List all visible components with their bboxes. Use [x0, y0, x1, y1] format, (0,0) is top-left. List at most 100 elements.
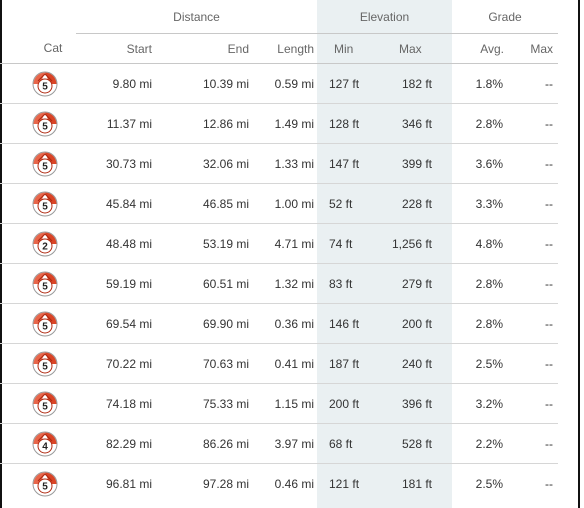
min-elevation-cell: 68 ft [317, 423, 368, 464]
max-elevation-cell: 346 ft [368, 103, 452, 144]
min-elevation-cell: 147 ft [317, 143, 368, 184]
max-grade-cell: -- [519, 183, 559, 224]
column-header-row: Cat Start End Length Min Max Avg. Max [0, 33, 559, 64]
max-grade-cell: -- [519, 303, 559, 344]
start-cell: 30.73 mi [76, 143, 162, 184]
distance-group-header: Distance [76, 0, 317, 34]
max-elevation-cell: 396 ft [368, 383, 452, 424]
start-cell: 69.54 mi [76, 303, 162, 344]
end-cell: 10.39 mi [162, 63, 257, 104]
table-row[interactable]: 5 74.18 mi 75.33 mi 1.15 mi 200 ft 396 f… [0, 383, 559, 424]
avg-grade-cell: 3.6% [452, 143, 519, 184]
max-elevation-cell: 200 ft [368, 303, 452, 344]
cat-cell: 5 [0, 343, 76, 384]
table-row[interactable]: 5 70.22 mi 70.63 mi 0.41 mi 187 ft 240 f… [0, 343, 559, 384]
min-elevation-cell: 74 ft [317, 223, 368, 264]
cat-number: 5 [42, 481, 48, 492]
length-cell: 0.46 mi [274, 476, 314, 491]
col-header-end[interactable]: End [162, 33, 257, 64]
cat-number: 5 [42, 321, 48, 332]
table-row[interactable]: 4 82.29 mi 86.26 mi 3.97 mi 68 ft 528 ft… [0, 423, 559, 464]
cat-cell: 5 [0, 464, 76, 504]
avg-grade-cell: 2.8% [452, 303, 519, 344]
table-row[interactable]: 5 30.73 mi 32.06 mi 1.33 mi 147 ft 399 f… [0, 143, 559, 184]
end-cell: 32.06 mi [162, 143, 257, 184]
col-header-max[interactable]: Max [368, 33, 452, 64]
min-elevation-cell: 121 ft [329, 476, 360, 491]
length-cell: 1.49 mi [257, 103, 317, 144]
climb-category-icon: 5 [32, 111, 58, 136]
start-cell: 11.37 mi [76, 103, 162, 144]
max-grade-cell: -- [519, 343, 559, 384]
cat-number: 5 [42, 201, 48, 212]
max-elevation-cell: 1,256 ft [368, 223, 452, 264]
start-cell: 82.29 mi [76, 423, 162, 464]
avg-grade-cell: 2.8% [452, 263, 519, 304]
table-row[interactable]: 5 11.37 mi 12.86 mi 1.49 mi 128 ft 346 f… [0, 103, 559, 144]
cat-number: 4 [42, 441, 48, 452]
table-row[interactable]: 5 59.19 mi 60.51 mi 1.32 mi 83 ft 279 ft… [0, 263, 559, 304]
start-cell: 59.19 mi [76, 263, 162, 304]
max-grade-cell: -- [519, 143, 559, 184]
climb-category-icon: 5 [32, 351, 58, 376]
climbs-table: Distance Elevation Grade Cat Start End L… [0, 0, 559, 504]
cat-number: 5 [42, 81, 48, 92]
climb-category-icon: 2 [32, 231, 58, 256]
col-header-length[interactable]: Length [257, 33, 317, 64]
col-header-start[interactable]: Start [76, 33, 162, 64]
climb-category-icon: 5 [32, 471, 58, 497]
max-elevation-cell: 181 ft [401, 476, 432, 491]
max-elevation-cell: 399 ft [368, 143, 452, 184]
right-window-edge [578, 0, 580, 508]
end-cell: 97.28 mi [202, 476, 249, 491]
table-row[interactable]: 5 45.84 mi 46.85 mi 1.00 mi 52 ft 228 ft… [0, 183, 559, 224]
end-cell: 75.33 mi [162, 383, 257, 424]
table-row[interactable]: 5 9.80 mi 10.39 mi 0.59 mi 127 ft 182 ft… [0, 63, 559, 104]
length-cell: 1.33 mi [257, 143, 317, 184]
end-cell: 46.85 mi [162, 183, 257, 224]
cat-cell: 4 [0, 423, 76, 464]
cat-cell: 5 [0, 143, 76, 184]
max-grade-cell: -- [519, 383, 559, 424]
col-header-grade-max[interactable]: Max [519, 33, 559, 64]
end-cell: 69.90 mi [162, 303, 257, 344]
max-elevation-cell: 528 ft [368, 423, 452, 464]
climb-category-icon: 5 [32, 271, 58, 296]
length-cell: 4.71 mi [257, 223, 317, 264]
cat-cell: 5 [0, 183, 76, 224]
max-elevation-cell: 279 ft [368, 263, 452, 304]
avg-grade-cell: 3.3% [452, 183, 519, 224]
start-cell: 9.80 mi [76, 63, 162, 104]
max-grade-cell: -- [519, 423, 559, 464]
start-cell: 48.48 mi [76, 223, 162, 264]
cat-cell: 5 [0, 63, 76, 104]
end-cell: 12.86 mi [162, 103, 257, 144]
length-cell: 1.00 mi [257, 183, 317, 224]
end-cell: 86.26 mi [162, 423, 257, 464]
col-header-avg[interactable]: Avg. [452, 33, 519, 64]
min-elevation-cell: 83 ft [317, 263, 368, 304]
min-elevation-cell: 128 ft [317, 103, 368, 144]
min-elevation-cell: 146 ft [317, 303, 368, 344]
avg-grade-cell: 4.8% [452, 223, 519, 264]
climb-category-icon: 5 [32, 311, 58, 336]
climb-category-icon: 5 [32, 391, 58, 416]
length-cell: 0.36 mi [257, 303, 317, 344]
grade-group-header: Grade [452, 0, 559, 34]
cat-cell: 5 [0, 383, 76, 424]
avg-grade-cell: 2.2% [452, 423, 519, 464]
cat-cell: 5 [0, 303, 76, 344]
min-elevation-cell: 127 ft [317, 63, 368, 104]
cat-number: 2 [42, 241, 48, 252]
col-header-min[interactable]: Min [317, 33, 368, 64]
table-row[interactable]: 2 48.48 mi 53.19 mi 4.71 mi 74 ft 1,256 … [0, 223, 559, 264]
length-cell: 1.32 mi [257, 263, 317, 304]
start-cell: 74.18 mi [76, 383, 162, 424]
cat-number: 5 [42, 361, 48, 372]
col-header-cat[interactable]: Cat [0, 33, 76, 64]
max-elevation-cell: 182 ft [368, 63, 452, 104]
cat-cell: 2 [0, 223, 76, 264]
start-cell: 96.81 mi [105, 476, 152, 491]
table-row[interactable]: 5 96.81 mi 97.28 mi 0.46 mi 121 ft 181 f… [0, 464, 558, 504]
table-row[interactable]: 5 69.54 mi 69.90 mi 0.36 mi 146 ft 200 f… [0, 303, 559, 344]
